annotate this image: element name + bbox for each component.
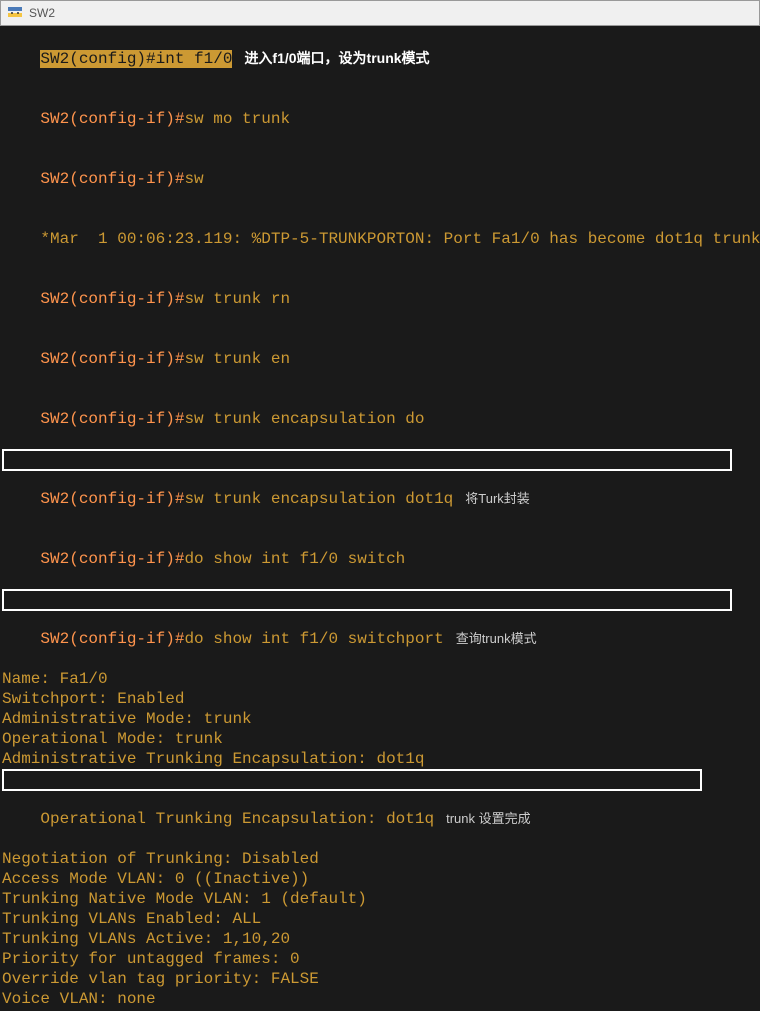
prompt: SW2(config-if)#	[40, 630, 184, 648]
command: sw trunk rn	[184, 290, 290, 308]
output-negotiation: Negotiation of Trunking: Disabled	[2, 850, 319, 868]
output-priority-untagged: Priority for untagged frames: 0	[2, 950, 300, 968]
output-admin-trunk-encap: Administrative Trunking Encapsulation: d…	[2, 750, 424, 768]
prompt: SW2(config)#	[40, 50, 155, 68]
command: int f1/0	[156, 50, 233, 68]
window-titlebar[interactable]: SW2	[0, 0, 760, 26]
highlight-box-show	[2, 589, 732, 611]
command: sw trunk encapsulation do	[184, 410, 424, 428]
highlight-box-oper-encap	[2, 769, 702, 791]
output-switchport: Switchport: Enabled	[2, 690, 184, 708]
annotation-encapsulation: 将Turk封装	[465, 491, 530, 506]
output-vlans-enabled: Trunking VLANs Enabled: ALL	[2, 910, 261, 928]
annotation-trunk-done: trunk 设置完成	[446, 811, 531, 826]
output-oper-mode: Operational Mode: trunk	[2, 730, 223, 748]
command: do show int f1/0 switchport	[184, 630, 443, 648]
output-name: Name: Fa1/0	[2, 670, 108, 688]
terminal-output[interactable]: SW2(config)#int f1/0 进入f1/0端口，设为trunk模式 S…	[0, 26, 760, 1011]
log-message: *Mar 1 00:06:23.119: %DTP-5-TRUNKPORTON:…	[40, 230, 760, 248]
prompt: SW2(config-if)#	[40, 550, 184, 568]
app-icon	[7, 5, 23, 21]
output-admin-mode: Administrative Mode: trunk	[2, 710, 252, 728]
prompt: SW2(config-if)#	[40, 110, 184, 128]
prompt: SW2(config-if)#	[40, 170, 184, 188]
output-override-priority: Override vlan tag priority: FALSE	[2, 970, 319, 988]
command: sw trunk encapsulation dot1q	[184, 490, 453, 508]
output-access-vlan: Access Mode VLAN: 0 ((Inactive))	[2, 870, 309, 888]
prompt: SW2(config-if)#	[40, 350, 184, 368]
command: sw	[184, 170, 203, 188]
highlight-box-encapsulation	[2, 449, 732, 471]
annotation-query-trunk: 查询trunk模式	[456, 631, 537, 646]
annotation-enter-port: 进入f1/0端口，设为trunk模式	[244, 50, 429, 66]
prompt: SW2(config-if)#	[40, 290, 184, 308]
command: do show int f1/0 switch	[184, 550, 405, 568]
output-vlans-active: Trunking VLANs Active: 1,10,20	[2, 930, 290, 948]
command: sw trunk en	[184, 350, 290, 368]
output-native-vlan: Trunking Native Mode VLAN: 1 (default)	[2, 890, 367, 908]
prompt: SW2(config-if)#	[40, 490, 184, 508]
output-oper-trunk-encap: Operational Trunking Encapsulation: dot1…	[40, 810, 434, 828]
window-title: SW2	[29, 6, 55, 20]
command: sw mo trunk	[184, 110, 290, 128]
prompt: SW2(config-if)#	[40, 410, 184, 428]
output-voice-vlan: Voice VLAN: none	[2, 990, 156, 1008]
